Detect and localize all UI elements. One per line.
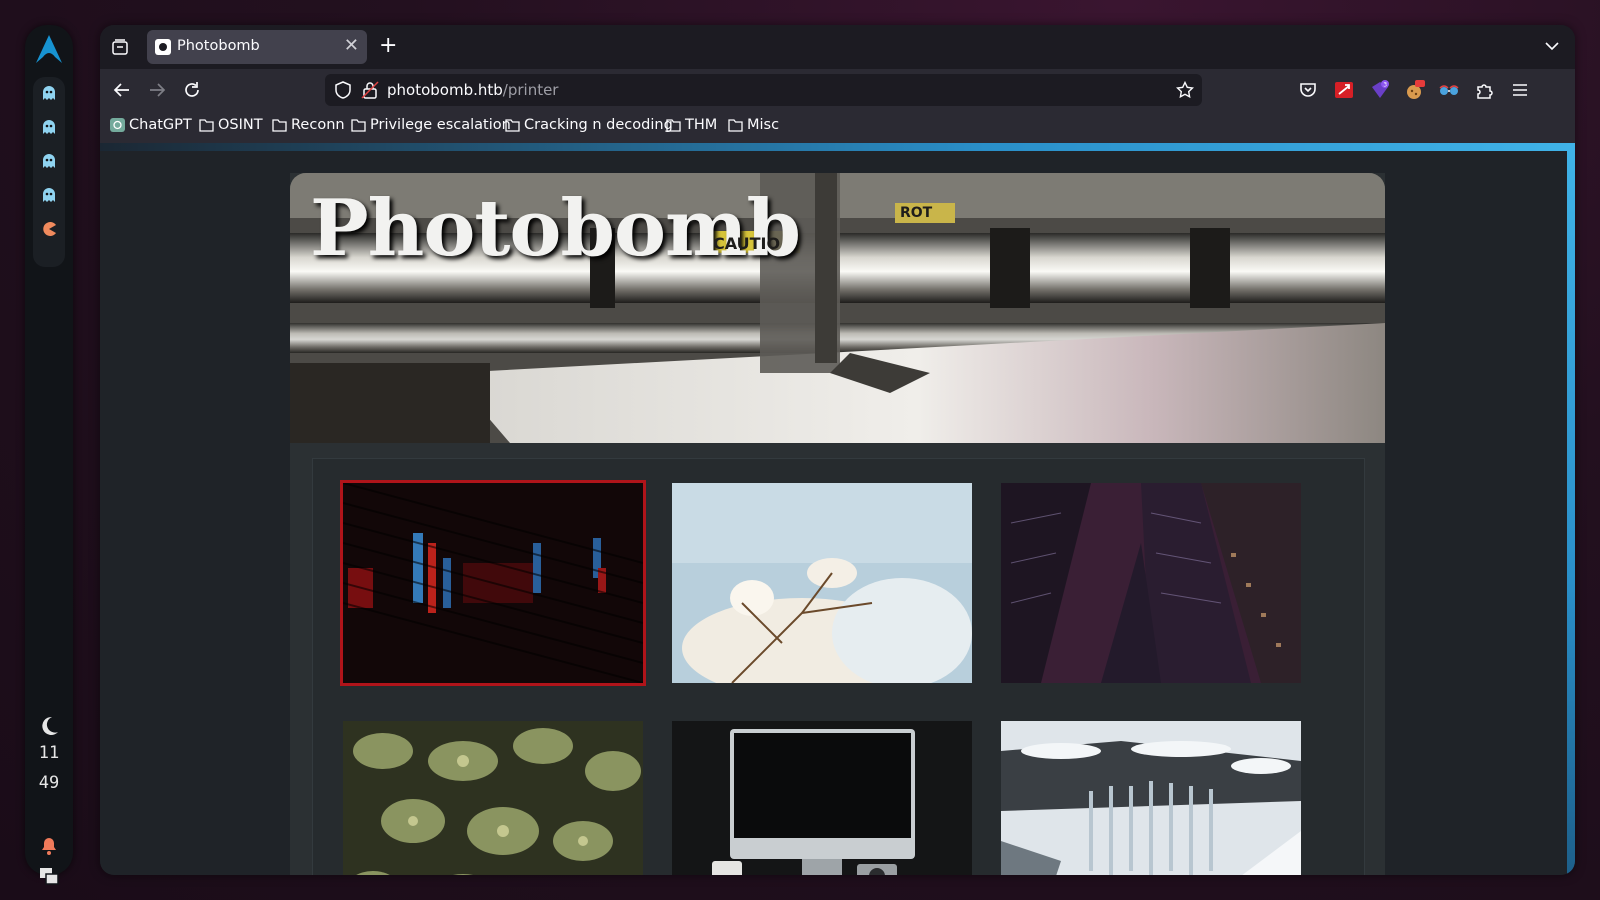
clock-minute: 49 bbox=[38, 773, 60, 793]
computer-desk-photo bbox=[672, 721, 972, 875]
chevron-down-icon[interactable] bbox=[1543, 37, 1561, 55]
caution-sticker-text: CAUTIO bbox=[713, 234, 781, 253]
photo-gallery bbox=[312, 458, 1365, 875]
star-icon[interactable] bbox=[1176, 81, 1194, 99]
url-bar[interactable]: photobomb.htb/printer bbox=[325, 74, 1202, 106]
gallery-image-red-blue-lights[interactable] bbox=[340, 480, 646, 686]
bookmark-label: THM bbox=[685, 117, 718, 133]
bookmark-folder-privilege-escalation[interactable]: Privilege escalation bbox=[351, 117, 511, 133]
bell-icon[interactable] bbox=[39, 836, 59, 856]
chatgpt-icon bbox=[110, 118, 125, 132]
tab-list-icon[interactable] bbox=[110, 37, 130, 57]
dock-app-group bbox=[33, 77, 65, 267]
red-blue-lights-photo bbox=[343, 483, 643, 683]
extension-purple-icon[interactable]: 3 bbox=[1369, 79, 1391, 101]
pacman-icon[interactable] bbox=[39, 219, 59, 239]
bookmark-chatgpt[interactable]: ChatGPT bbox=[110, 117, 192, 133]
hero-banner: Photobomb CAUTIO ROT bbox=[290, 173, 1385, 443]
folder-icon bbox=[272, 119, 287, 132]
ghost-icon[interactable] bbox=[39, 185, 59, 205]
extension-cookie-icon[interactable] bbox=[1404, 79, 1426, 101]
rot-sticker-text: ROT bbox=[900, 205, 933, 221]
puzzle-icon[interactable] bbox=[1474, 79, 1496, 101]
pocket-icon[interactable] bbox=[1297, 79, 1319, 101]
folder-icon bbox=[351, 119, 366, 132]
url-host: photobomb.htb bbox=[387, 81, 503, 99]
bookmark-label: Reconn bbox=[291, 117, 345, 133]
forward-arrow-icon[interactable] bbox=[147, 80, 167, 100]
tab-photobomb[interactable]: Photobomb ✕ bbox=[147, 30, 367, 64]
bookmark-folder-thm[interactable]: THM bbox=[666, 117, 717, 133]
succulent-plants-photo bbox=[343, 721, 643, 875]
ghost-icon[interactable] bbox=[39, 151, 59, 171]
shield-icon[interactable] bbox=[334, 81, 352, 99]
tab-bar: Photobomb ✕ + bbox=[100, 25, 1575, 69]
ghost-icon[interactable] bbox=[39, 83, 59, 103]
arch-logo-icon[interactable] bbox=[36, 35, 62, 63]
folder-icon bbox=[728, 119, 743, 132]
web-content-area: Photobomb CAUTIO ROT bbox=[100, 143, 1575, 875]
bookmark-label: OSINT bbox=[218, 117, 263, 133]
gallery-image-white-blossom[interactable] bbox=[672, 483, 972, 683]
bookmark-label: ChatGPT bbox=[129, 117, 192, 133]
bookmark-label: Privilege escalation bbox=[370, 117, 511, 133]
ghost-icon[interactable] bbox=[39, 117, 59, 137]
browser-window: Photobomb ✕ + photobomb.htb/printer 3 Ch… bbox=[100, 25, 1575, 875]
new-tab-button[interactable]: + bbox=[379, 33, 397, 59]
close-icon[interactable]: ✕ bbox=[344, 36, 359, 56]
lock-icon[interactable] bbox=[361, 81, 379, 99]
folder-icon bbox=[199, 119, 214, 132]
bookmark-label: Misc bbox=[747, 117, 780, 133]
extension-glasses-icon[interactable] bbox=[1438, 79, 1460, 101]
site-title: Photobomb bbox=[310, 183, 801, 274]
gallery-image-waterfall[interactable] bbox=[1001, 721, 1301, 875]
clock-hour: 11 bbox=[38, 743, 60, 763]
folder-icon bbox=[505, 119, 520, 132]
bookmark-folder-osint[interactable]: OSINT bbox=[199, 117, 263, 133]
skyscrapers-photo bbox=[1001, 483, 1301, 683]
tab-title: Photobomb bbox=[177, 38, 260, 54]
svg-text:3: 3 bbox=[1383, 82, 1387, 89]
bookmark-label: Cracking n decoding bbox=[524, 117, 673, 133]
gallery-image-computer-desk[interactable] bbox=[672, 721, 972, 875]
gallery-image-skyscrapers[interactable] bbox=[1001, 483, 1301, 683]
camera-icon bbox=[155, 39, 171, 55]
gallery-image-succulent-plants[interactable] bbox=[343, 721, 643, 875]
folder-icon bbox=[666, 119, 681, 132]
hamburger-menu-icon[interactable] bbox=[1509, 79, 1531, 101]
reload-icon[interactable] bbox=[182, 80, 202, 100]
bookmark-folder-misc[interactable]: Misc bbox=[728, 117, 779, 133]
waterfall-photo bbox=[1001, 721, 1301, 875]
url-path: /printer bbox=[502, 81, 559, 99]
bookmark-folder-cracking[interactable]: Cracking n decoding bbox=[505, 117, 673, 133]
bookmark-folder-reconn[interactable]: Reconn bbox=[272, 117, 345, 133]
system-dock: 11 49 bbox=[25, 25, 73, 885]
extension-red-icon[interactable] bbox=[1333, 79, 1355, 101]
url-text: photobomb.htb/printer bbox=[387, 81, 558, 99]
navigation-toolbar: photobomb.htb/printer 3 bbox=[100, 69, 1575, 111]
moon-icon[interactable] bbox=[38, 715, 60, 737]
back-arrow-icon[interactable] bbox=[112, 80, 132, 100]
bookmarks-toolbar: ChatGPT OSINT Reconn Privilege escalatio… bbox=[100, 111, 1575, 143]
white-blossom-photo bbox=[672, 483, 972, 683]
photobomb-page: Photobomb CAUTIO ROT bbox=[290, 173, 1385, 875]
screen-icon[interactable] bbox=[39, 866, 59, 886]
